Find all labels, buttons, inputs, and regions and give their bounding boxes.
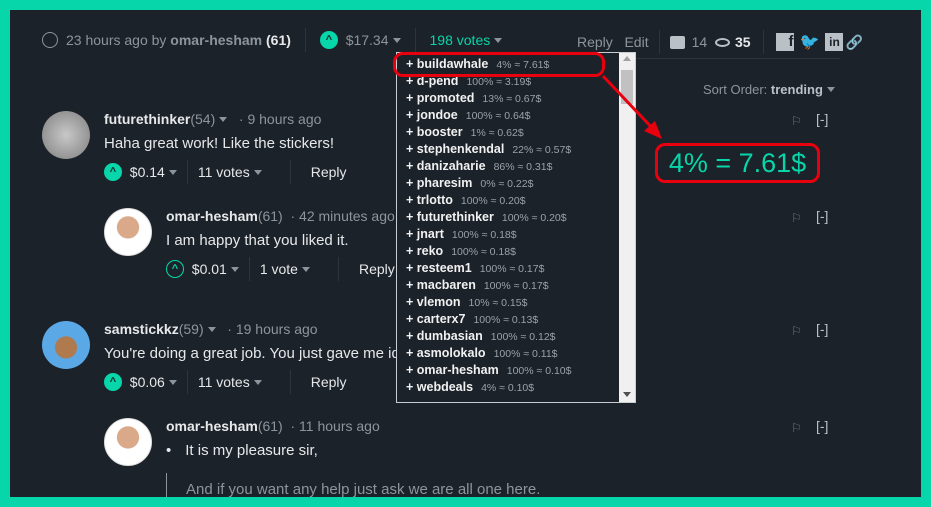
app: 23 hours ago by omar-hesham (61) ^ $17.3… [10,10,921,497]
annotation-arrow [601,74,662,139]
annotation-label: 4% = 7.61$ [655,143,820,183]
